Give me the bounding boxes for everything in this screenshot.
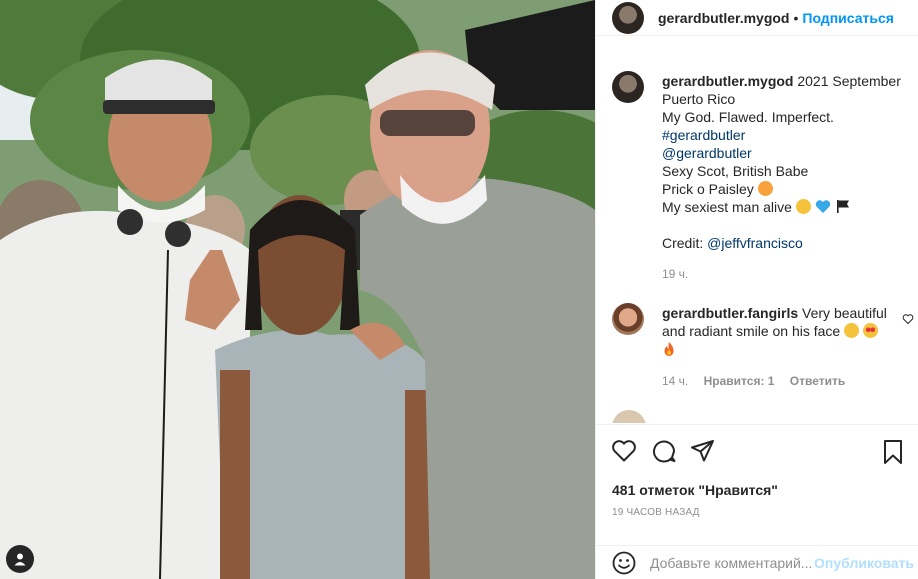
commenter-avatar[interactable] — [612, 303, 644, 335]
post-actions: 481 отметок "Нравится" 19 ЧАСОВ НАЗАД До… — [596, 424, 918, 579]
emoji-icon[interactable] — [612, 551, 636, 575]
heart-eyes-face-icon — [863, 323, 878, 338]
comment-item: gerardbutler.fangirls Very beautiful and… — [596, 303, 918, 390]
blue-heart-icon — [815, 200, 830, 213]
publish-button[interactable]: Опубликовать — [814, 555, 914, 571]
caption-line-2: Puerto Rico — [662, 91, 736, 107]
comment-likes[interactable]: Нравится: 1 — [704, 374, 775, 388]
comment-meta: 14 ч. Нравится: 1 Ответить — [662, 372, 887, 390]
author-username[interactable]: gerardbutler.mygod — [658, 10, 789, 26]
fire-icon — [664, 342, 674, 356]
hashtag-link[interactable]: #gerardbutler — [662, 126, 904, 144]
comment-icon[interactable] — [651, 439, 677, 463]
caption-line-3: My God. Flawed. Imperfect. — [662, 109, 834, 125]
follow-button[interactable]: Подписаться — [802, 10, 894, 26]
credit-label: Credit: — [662, 235, 704, 251]
comment-like-heart-icon[interactable] — [902, 313, 914, 325]
caption-time[interactable]: 19 ч. — [662, 267, 688, 281]
caption-line-6: Sexy Scot, British Babe — [662, 163, 809, 179]
user-tag-icon[interactable] — [6, 545, 34, 573]
kissing-face-icon — [757, 181, 773, 196]
black-flag-icon — [836, 200, 849, 213]
comments-list[interactable]: gerardbutler.mygod 2021 September Puerto… — [596, 57, 918, 423]
credit-mention-link[interactable]: @jeffvfrancisco — [707, 235, 803, 251]
author-avatar[interactable] — [612, 1, 644, 34]
caption-line-7: Prick o Paisley — [662, 181, 754, 197]
comment-text-2: and radiant smile on his face — [662, 323, 841, 339]
header-separator: • — [793, 9, 799, 26]
share-icon[interactable] — [690, 439, 716, 463]
post-timestamp[interactable]: 19 ЧАСОВ НАЗАД — [612, 507, 700, 518]
post-photo[interactable] — [0, 0, 595, 579]
heart-icon[interactable] — [611, 439, 637, 463]
comment-time[interactable]: 14 ч. — [662, 374, 688, 388]
caption-line-7-wrap: Prick o Paisley — [662, 180, 904, 198]
comment-reply-button[interactable]: Ответить — [790, 374, 845, 388]
add-comment-bar: Добавьте комментарий... Опубликовать — [596, 545, 918, 579]
person-glyph — [14, 553, 26, 566]
caption: gerardbutler.mygod 2021 September Puerto… — [596, 71, 918, 283]
caption-line-8: My sexiest man alive — [662, 199, 792, 215]
caption-username[interactable]: gerardbutler.mygod — [662, 73, 793, 89]
bookmark-icon[interactable] — [882, 439, 904, 465]
comment-body: gerardbutler.fangirls Very beautiful and… — [662, 304, 905, 390]
comment-text-1: Very beautiful — [802, 305, 887, 321]
caption-line-1: 2021 September — [797, 73, 901, 89]
commenter-username[interactable]: gerardbutler.fangirls — [662, 305, 798, 321]
caption-meta: 19 ч. — [662, 265, 904, 283]
next-comment-avatar[interactable] — [612, 410, 646, 423]
likes-count[interactable]: 481 отметок "Нравится" — [612, 482, 778, 498]
comment-input[interactable]: Добавьте комментарий... — [650, 555, 814, 571]
post-header: gerardbutler.mygod • Подписаться — [596, 0, 918, 36]
post-sidebar: gerardbutler.mygod • Подписаться gerardb… — [595, 0, 918, 579]
smiling-face-icon — [795, 199, 811, 214]
mention-link[interactable]: @gerardbutler — [662, 144, 904, 162]
action-bar — [611, 439, 904, 465]
photo-image — [0, 0, 595, 579]
caption-line-8-wrap: My sexiest man alive — [662, 198, 904, 216]
astonished-face-icon — [844, 323, 860, 338]
caption-body: gerardbutler.mygod 2021 September Puerto… — [662, 72, 904, 283]
caption-avatar[interactable] — [612, 71, 644, 103]
